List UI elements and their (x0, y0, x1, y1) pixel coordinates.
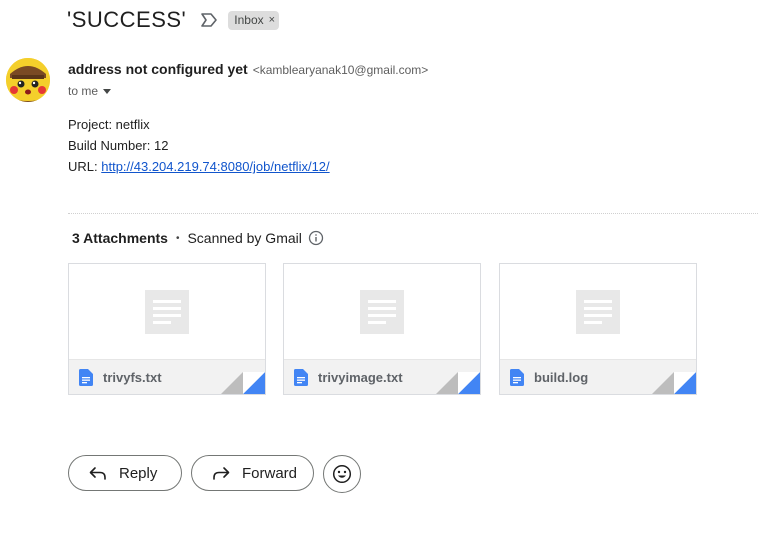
attachments-divider (68, 213, 758, 214)
recipient-details-toggle[interactable]: to me (68, 84, 112, 98)
doc-file-icon (510, 369, 524, 386)
forward-arrow-icon (213, 467, 230, 480)
email-subject: 'SUCCESS' (67, 7, 187, 32)
inbox-label-text: Inbox (234, 13, 264, 27)
attachments-header: 3 Attachments • Scanned by Gmail (72, 230, 324, 246)
sender-name[interactable]: address not configured yet (68, 61, 248, 77)
sender-row: address not configured yet <kamblearyana… (68, 61, 428, 77)
reply-arrow-icon (89, 467, 106, 480)
scanned-label: Scanned by Gmail (187, 230, 302, 246)
importance-marker-icon[interactable] (200, 12, 218, 28)
info-icon[interactable] (308, 230, 324, 246)
page-fold-icon (652, 372, 696, 394)
attachment-card[interactable]: trivyfs.txt (68, 263, 266, 395)
document-thumbnail-icon (145, 289, 189, 334)
attachment-filename: trivyfs.txt (103, 370, 162, 385)
project-line: Project: netflix (68, 117, 150, 132)
recipient-text: to me (68, 84, 99, 98)
attachment-filename: build.log (534, 370, 589, 385)
page-fold-icon (221, 372, 265, 394)
sender-avatar[interactable] (6, 58, 50, 102)
attachment-card[interactable]: trivyimage.txt (283, 263, 481, 395)
caret-down-icon (103, 88, 112, 94)
smiley-face-icon (332, 464, 352, 484)
forward-label: Forward (242, 464, 298, 482)
attachment-preview (500, 264, 696, 359)
url-line: URL: http://43.204.219.74:8080/job/netfl… (68, 156, 330, 177)
email-body: Project: netflix Build Number: 12 URL: h… (68, 114, 330, 177)
build-number-line: Build Number: 12 (68, 138, 169, 153)
page-fold-icon (436, 372, 480, 394)
forward-button[interactable]: Forward (191, 455, 314, 491)
attachment-preview (284, 264, 480, 359)
attachment-filename: trivyimage.txt (318, 370, 403, 385)
doc-file-icon (294, 369, 308, 386)
url-label: URL: (68, 159, 102, 174)
separator-dot: • (175, 232, 180, 244)
document-thumbnail-icon (576, 289, 620, 334)
attachment-card[interactable]: build.log (499, 263, 697, 395)
reply-label: Reply (119, 464, 158, 482)
pikachu-avatar-icon (6, 58, 50, 102)
attachments-count: 3 Attachments (72, 230, 168, 246)
emoji-reaction-button[interactable] (323, 455, 361, 493)
inbox-label-chip[interactable]: Inbox × (228, 10, 280, 30)
remove-label-icon[interactable]: × (269, 14, 275, 26)
email-view: 'SUCCESS' Inbox × address not configured… (0, 0, 758, 547)
subject-row: 'SUCCESS' Inbox × (67, 7, 280, 33)
doc-file-icon (79, 369, 93, 386)
build-url-link[interactable]: http://43.204.219.74:8080/job/netflix/12… (101, 159, 329, 174)
reply-button[interactable]: Reply (68, 455, 182, 491)
attachment-preview (69, 264, 265, 359)
sender-email: <kamblearyanak10@gmail.com> (252, 63, 429, 77)
document-thumbnail-icon (360, 289, 404, 334)
